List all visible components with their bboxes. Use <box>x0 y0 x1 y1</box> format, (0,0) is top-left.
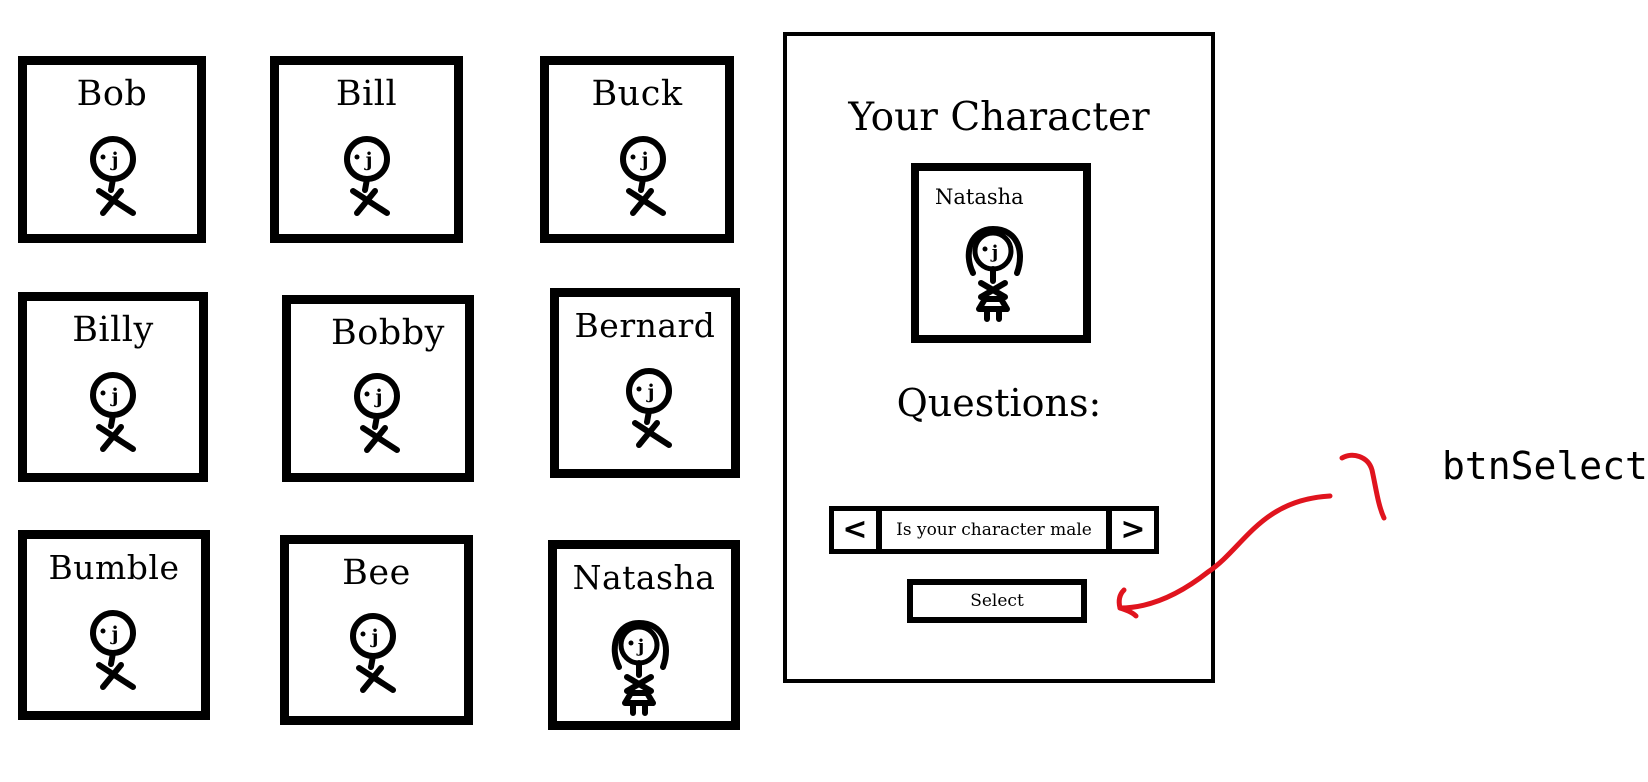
stick-figure-male-icon: j <box>344 136 390 216</box>
stick-figure-male-icon: j <box>90 372 136 452</box>
character-card-bernard[interactable]: Bernard j <box>550 288 740 478</box>
character-card-bee[interactable]: Bee j <box>280 535 473 725</box>
character-card-bumble[interactable]: Bumble j <box>18 530 210 720</box>
selected-character-preview: Natasha j <box>911 163 1091 343</box>
questions-label: Questions: <box>896 381 1102 425</box>
svg-text:j: j <box>110 623 119 645</box>
svg-text:j: j <box>640 149 649 171</box>
next-question-button[interactable]: > <box>1106 511 1154 549</box>
svg-text:j: j <box>110 385 119 407</box>
character-name: Bob <box>76 74 148 114</box>
character-name: Bee <box>342 553 411 593</box>
question-text: Is your character male <box>896 520 1092 540</box>
svg-text:j: j <box>370 626 379 648</box>
character-name: Bobby <box>331 313 445 353</box>
stick-figure-male-icon: j <box>620 136 666 216</box>
svg-text:j: j <box>646 381 655 403</box>
svg-text:j: j <box>364 149 373 171</box>
stick-figure-male-icon: j <box>350 613 396 693</box>
svg-text:j: j <box>990 242 999 263</box>
stick-figure-female-icon: j <box>965 226 1023 322</box>
character-name: Bernard <box>574 306 716 345</box>
character-name: Billy <box>72 310 154 350</box>
character-name: Bill <box>335 74 398 114</box>
panel-title: Your Character <box>848 95 1150 140</box>
character-card-bill[interactable]: Bill j <box>270 56 463 243</box>
character-card-bobby[interactable]: Bobby j <box>282 295 474 482</box>
stick-figure-male-icon: j <box>626 368 672 448</box>
character-name: Natasha <box>572 558 716 597</box>
previous-question-button[interactable]: < <box>834 511 882 549</box>
character-panel: Your Character Natasha j Questions: < Is… <box>783 32 1215 683</box>
annotation-label: btnSelect <box>1442 444 1648 488</box>
svg-text:j: j <box>374 386 383 408</box>
svg-text:j: j <box>110 149 119 171</box>
stick-figure-male-icon: j <box>90 136 136 216</box>
stick-figure-male-icon: j <box>354 373 400 453</box>
character-name: Buck <box>591 74 683 114</box>
character-name: Bumble <box>48 548 180 587</box>
svg-text:j: j <box>636 636 645 657</box>
select-button[interactable]: Select <box>907 579 1087 623</box>
character-card-buck[interactable]: Buck j <box>540 56 734 243</box>
character-card-billy[interactable]: Billy j <box>18 292 208 482</box>
question-selector: < Is your character male > <box>829 506 1159 554</box>
selected-character-name: Natasha <box>935 185 1024 209</box>
stick-figure-female-icon: j <box>611 620 669 716</box>
stick-figure-male-icon: j <box>90 610 136 690</box>
character-card-bob[interactable]: Bob j <box>18 56 206 243</box>
character-card-natasha[interactable]: Natasha j <box>548 540 740 730</box>
